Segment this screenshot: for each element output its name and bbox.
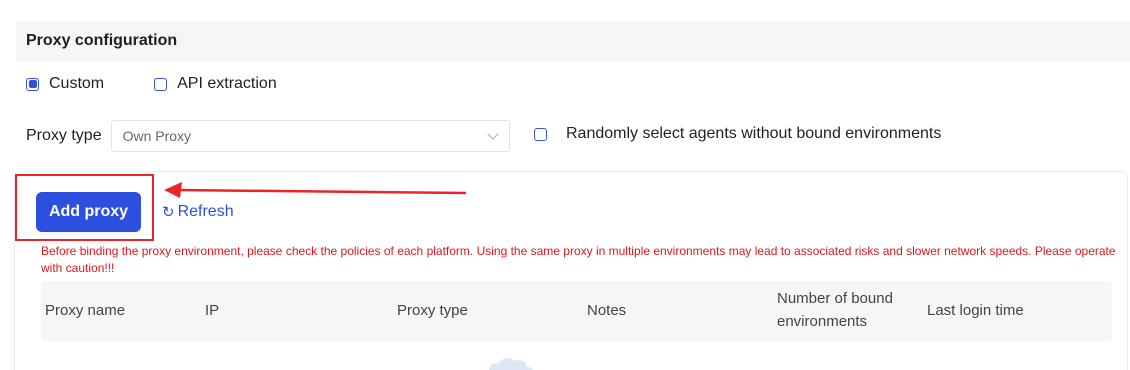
proxy-type-label: Proxy type — [26, 127, 102, 144]
random-select-label: Randomly select agents without bound env… — [566, 125, 942, 142]
proxy-mode-group: Custom API extraction — [26, 74, 277, 94]
refresh-icon: ↻ — [162, 203, 175, 221]
section-header: Proxy configuration — [16, 21, 1130, 61]
custom-label: Custom — [49, 75, 105, 92]
custom-checkbox[interactable] — [26, 77, 39, 91]
warning-text: Before binding the proxy environment, pl… — [41, 244, 1116, 275]
random-select-option[interactable]: Randomly select agents without bound env… — [534, 124, 941, 144]
empty-state-cloud-icon — [489, 358, 533, 370]
proxy-type-row: Proxy type Own Proxy — [26, 120, 510, 152]
refresh-button[interactable]: ↻ Refresh — [162, 203, 234, 221]
column-header-proxy-type: Proxy type — [397, 302, 468, 319]
column-header-last-login: Last login time — [927, 302, 1024, 319]
random-select-checkbox[interactable] — [534, 127, 547, 141]
add-proxy-button[interactable]: Add proxy — [36, 192, 141, 232]
annotation-arrow-icon — [164, 182, 467, 198]
column-header-notes: Notes — [587, 302, 627, 319]
column-header-bound-environments: Number of bound environments — [777, 290, 893, 330]
proxy-type-select[interactable]: Own Proxy — [110, 120, 510, 152]
column-header-ip: IP — [205, 302, 220, 319]
table-header: Proxy name IP Proxy type Notes Number of… — [41, 281, 1112, 341]
custom-option[interactable]: Custom — [26, 75, 104, 93]
api-extraction-checkbox[interactable] — [154, 77, 168, 91]
section-title: Proxy configuration — [26, 32, 178, 49]
proxy-type-value: Own Proxy — [122, 128, 192, 144]
chevron-down-icon — [486, 128, 499, 140]
api-extraction-label: API extraction — [177, 75, 277, 92]
refresh-label: Refresh — [177, 203, 234, 220]
api-extraction-option[interactable]: API extraction — [154, 75, 277, 93]
column-header-proxy-name: Proxy name — [45, 302, 126, 319]
